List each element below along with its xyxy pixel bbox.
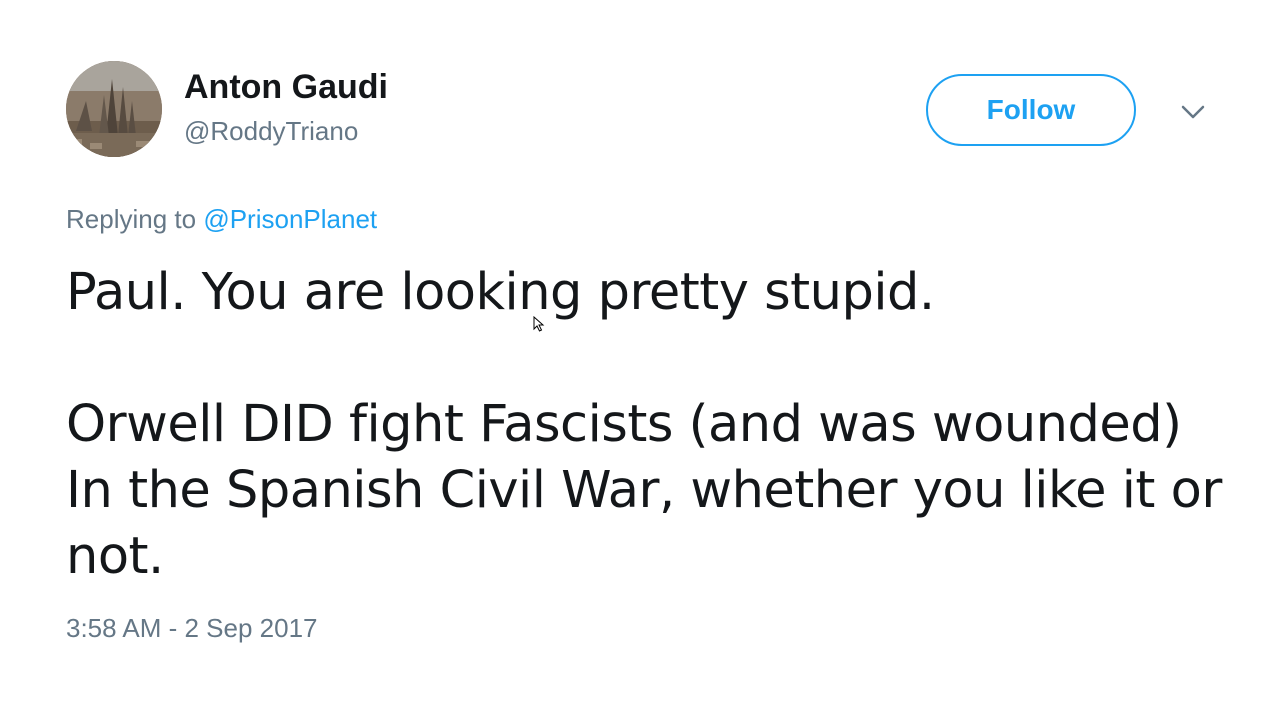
avatar[interactable] <box>66 61 162 157</box>
tweet-card: Anton Gaudi @RoddyTriano Follow Replying… <box>0 0 1280 720</box>
user-display-name[interactable]: Anton Gaudi <box>184 68 388 107</box>
tweet-text-paragraph: Paul. You are looking pretty stupid. <box>66 263 935 322</box>
reply-target-link[interactable]: @PrisonPlanet <box>203 204 377 234</box>
avatar-image <box>66 61 162 157</box>
reply-context: Replying to @PrisonPlanet <box>66 204 377 235</box>
tweet-timestamp[interactable]: 3:58 AM - 2 Sep 2017 <box>66 613 318 644</box>
reply-prefix: Replying to <box>66 204 197 234</box>
user-handle[interactable]: @RoddyTriano <box>184 116 358 147</box>
chevron-down-icon[interactable] <box>1178 100 1208 124</box>
follow-button[interactable]: Follow <box>926 74 1136 146</box>
mouse-pointer-icon <box>533 315 545 332</box>
tweet-text-paragraph: Orwell DID fight Fascists (and was wound… <box>66 395 1222 586</box>
